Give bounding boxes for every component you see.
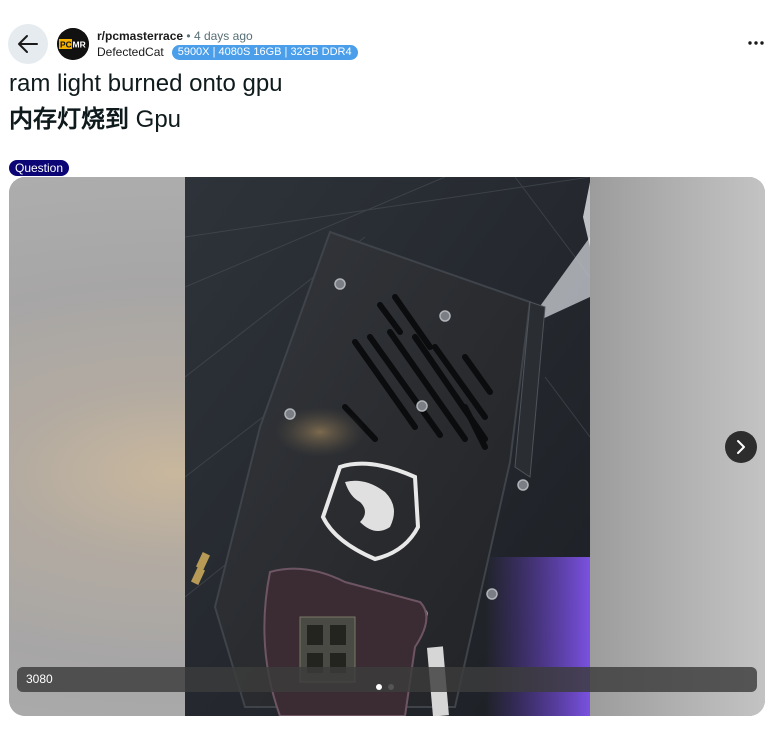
post-title: ram light burned onto gpu xyxy=(9,70,283,97)
pcmr-logo: PC MR xyxy=(57,28,89,60)
meta-separator: • xyxy=(186,29,191,43)
svg-text:MR: MR xyxy=(73,40,86,50)
gpu-photo xyxy=(185,177,590,716)
post-flair[interactable]: Question xyxy=(9,160,70,176)
user-flair: 5900X | 4080S 16GB | 32GB DDR4 xyxy=(171,45,358,60)
more-options-button[interactable] xyxy=(742,31,770,55)
gallery-pager xyxy=(376,684,394,690)
arrow-left-icon xyxy=(18,35,38,53)
media-gallery[interactable]: 3080 xyxy=(9,177,765,716)
gallery-image[interactable] xyxy=(185,177,590,716)
svg-text:PC: PC xyxy=(60,40,72,50)
author-link[interactable]: DefectedCat xyxy=(97,45,164,60)
subreddit-link[interactable]: r/pcmasterrace xyxy=(97,29,183,43)
subreddit-avatar[interactable]: PC MR xyxy=(57,28,89,60)
title-latin: Gpu xyxy=(129,106,182,133)
post-meta: r/pcmasterrace • 4 days ago xyxy=(97,29,253,44)
post-title-translation: 内存灯烧到 Gpu xyxy=(9,104,181,136)
title-cjk: 内存灯烧到 xyxy=(9,106,129,133)
post-time: 4 days ago xyxy=(193,29,253,43)
next-image-button[interactable] xyxy=(725,431,757,463)
pager-dot-2[interactable] xyxy=(388,684,394,690)
pager-dot-1[interactable] xyxy=(376,684,382,690)
ellipsis-icon xyxy=(748,41,764,45)
chevron-right-icon xyxy=(737,440,745,454)
author-line: DefectedCat 5900X | 4080S 16GB | 32GB DD… xyxy=(97,45,358,60)
back-button[interactable] xyxy=(8,24,48,64)
